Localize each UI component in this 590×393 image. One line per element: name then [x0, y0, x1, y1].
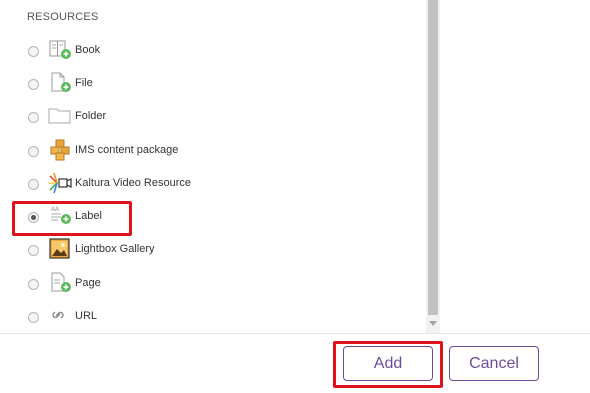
kaltura-video-icon — [48, 171, 72, 195]
resource-label: Kaltura Video Resource — [75, 177, 191, 189]
radio-kaltura[interactable] — [28, 178, 39, 190]
folder-icon — [48, 104, 72, 128]
label-icon: AA — [48, 204, 72, 228]
radio-ims[interactable] — [28, 145, 39, 157]
radio-folder[interactable] — [28, 111, 39, 123]
scroll-down-arrow-icon[interactable] — [429, 321, 437, 326]
resource-chooser-panel: RESOURCES Book File Folder IMS content p… — [0, 0, 440, 333]
resource-option-book[interactable]: Book — [28, 37, 408, 65]
resource-label: File — [75, 77, 93, 89]
resource-option-folder[interactable]: Folder — [28, 103, 408, 131]
resource-option-lightbox[interactable]: Lightbox Gallery — [28, 236, 408, 264]
resource-label: URL — [75, 310, 98, 322]
add-button[interactable]: Add — [343, 346, 433, 381]
page-icon — [48, 271, 72, 295]
scrollbar-thumb[interactable] — [428, 0, 438, 315]
radio-lightbox[interactable] — [28, 244, 39, 256]
url-link-icon — [48, 304, 72, 328]
resource-label: Book — [75, 44, 101, 56]
resource-label: Page — [75, 277, 101, 289]
file-icon — [48, 71, 72, 95]
resource-label: Label — [75, 210, 102, 222]
resource-label: Folder — [75, 110, 107, 122]
svg-text:AA: AA — [51, 207, 59, 213]
radio-book[interactable] — [28, 45, 39, 57]
resource-label: Lightbox Gallery — [75, 243, 155, 255]
section-title: RESOURCES — [27, 11, 99, 23]
resource-list-scrollbar[interactable] — [426, 0, 440, 333]
resource-option-label[interactable]: AA Label — [28, 203, 408, 231]
lightbox-gallery-icon — [48, 237, 72, 261]
resource-label: IMS content package — [75, 144, 179, 156]
resource-option-url[interactable]: URL — [28, 303, 408, 331]
book-icon — [48, 38, 72, 62]
radio-url[interactable] — [28, 311, 39, 323]
cancel-button[interactable]: Cancel — [449, 346, 539, 381]
radio-label[interactable] — [28, 211, 39, 223]
radio-page[interactable] — [28, 278, 39, 290]
resource-option-page[interactable]: Page — [28, 270, 408, 298]
ims-package-icon — [48, 138, 72, 162]
resource-option-ims[interactable]: IMS content package — [28, 137, 408, 165]
resource-option-kaltura[interactable]: Kaltura Video Resource — [28, 170, 408, 198]
resource-option-file[interactable]: File — [28, 70, 408, 98]
footer-divider — [0, 333, 590, 334]
radio-file[interactable] — [28, 78, 39, 90]
